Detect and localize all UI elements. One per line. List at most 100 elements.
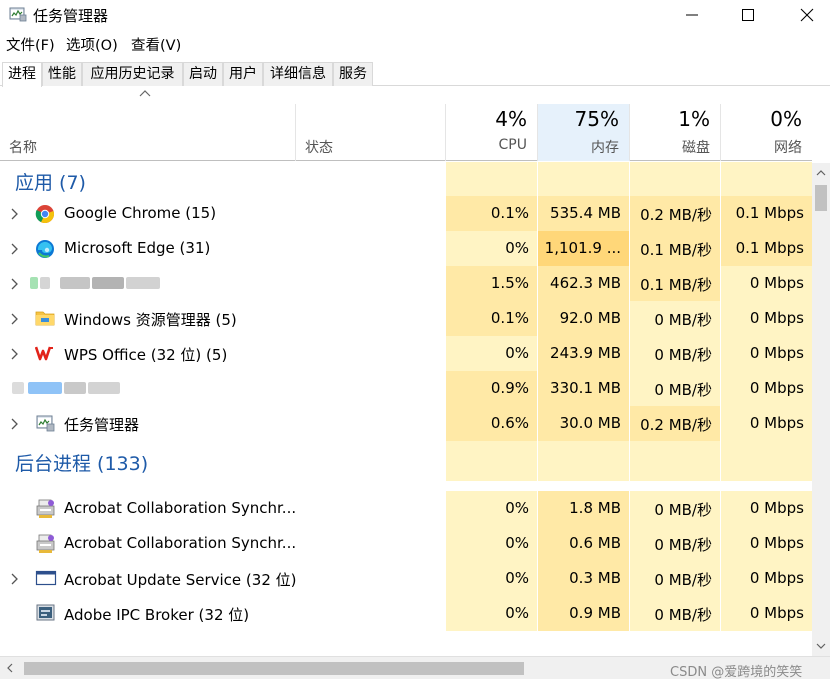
- process-name: WPS Office (32 位) (5): [64, 346, 228, 364]
- process-row[interactable]: 0% 1,101.9 ... 0.1 MB/秒 0.1 Mbps Microsoft E…: [0, 231, 812, 266]
- net-value: 0 Mbps: [749, 379, 804, 397]
- process-row[interactable]: 1.5% 462.3 MB 0.1 MB/秒 0 Mbps: [0, 266, 812, 301]
- cpu-value: 1.5%: [490, 274, 529, 292]
- process-table: 名称 状态 4% CPU 75% 内存 1% 磁盘 0% 网络 应用 (7) 0.…: [0, 87, 830, 657]
- net-value: 0 Mbps: [749, 499, 804, 517]
- vertical-scroll-thumb[interactable]: [815, 185, 827, 211]
- table-body: 应用 (7) 0.1% 535.4 MB 0.2 MB/秒 0.1 Mbps Google…: [0, 162, 812, 657]
- close-button[interactable]: [784, 0, 830, 30]
- disk-value: 0 MB/秒: [654, 606, 712, 624]
- mem-cell: 0.3 MB: [538, 561, 629, 596]
- cpu-value: 0.1%: [490, 204, 529, 222]
- acrobat-sync-icon: [35, 534, 57, 554]
- group-title-background: 后台进程 (133): [15, 453, 149, 475]
- network-column-label: 网络: [774, 140, 802, 156]
- disk-cell: 0 MB/秒: [630, 491, 720, 526]
- chevron-right-icon[interactable]: [10, 276, 20, 290]
- mem-cell: 0.9 MB: [538, 596, 629, 631]
- net-cell: 0 Mbps: [721, 406, 812, 441]
- redacted-block: [64, 382, 86, 394]
- scroll-up-icon[interactable]: [812, 166, 830, 180]
- cpu-cell: 0%: [446, 491, 537, 526]
- disk-value: 0 MB/秒: [654, 381, 712, 399]
- minimize-button[interactable]: [669, 0, 715, 30]
- process-name: Acrobat Collaboration Synchr...: [64, 499, 297, 517]
- horizontal-scrollbar[interactable]: CSDN @爱跨境的笑笑: [0, 656, 830, 679]
- net-cell: 0.1 Mbps: [721, 231, 812, 266]
- chevron-right-icon[interactable]: [10, 571, 20, 585]
- column-status[interactable]: 状态: [296, 104, 445, 161]
- mem-value: 462.3 MB: [550, 274, 621, 292]
- process-name: Acrobat Collaboration Synchr...: [64, 534, 297, 552]
- disk-value: 0 MB/秒: [654, 346, 712, 364]
- net-value: 0.1 Mbps: [735, 239, 804, 257]
- mem-cell: 462.3 MB: [538, 266, 629, 301]
- chevron-right-icon[interactable]: [10, 416, 20, 430]
- process-name: Windows 资源管理器 (5): [64, 311, 237, 329]
- scroll-left-icon[interactable]: [3, 659, 17, 677]
- chevron-right-icon[interactable]: [10, 206, 20, 220]
- cpu-value: 0%: [505, 534, 529, 552]
- mem-cell: 30.0 MB: [538, 406, 629, 441]
- process-row[interactable]: 0% 1.8 MB 0 MB/秒 0 Mbps Acrobat Collaboratio…: [0, 491, 812, 526]
- net-value: 0 Mbps: [749, 309, 804, 327]
- cpu-value: 0%: [505, 499, 529, 517]
- redacted-block: [88, 382, 120, 394]
- cpu-cell: 0.9%: [446, 371, 537, 406]
- process-row[interactable]: 0% 243.9 MB 0 MB/秒 0 Mbps WPS Office (32 位) …: [0, 336, 812, 371]
- tab-6[interactable]: 服务: [333, 62, 373, 86]
- chevron-right-icon[interactable]: [10, 241, 20, 255]
- column-disk[interactable]: 1% 磁盘: [630, 104, 720, 161]
- scroll-down-icon[interactable]: [812, 639, 830, 653]
- column-network[interactable]: 0% 网络: [721, 104, 812, 161]
- process-row[interactable]: 0.6% 30.0 MB 0.2 MB/秒 0 Mbps 任务管理器: [0, 406, 812, 441]
- mem-cell: 535.4 MB: [538, 196, 629, 231]
- menu-item-1[interactable]: 选项(O): [66, 34, 118, 55]
- process-row[interactable]: 0.1% 92.0 MB 0 MB/秒 0 Mbps Windows 资源管理器 (5): [0, 301, 812, 336]
- process-row[interactable]: 0% 0.6 MB 0 MB/秒 0 Mbps Acrobat Collaboratio…: [0, 526, 812, 561]
- mem-value: 243.9 MB: [550, 344, 621, 362]
- process-row[interactable]: 0.1% 535.4 MB 0.2 MB/秒 0.1 Mbps Google Chrom…: [0, 196, 812, 231]
- process-row[interactable]: 0.9% 330.1 MB 0 MB/秒 0 Mbps: [0, 371, 812, 406]
- net-value: 0 Mbps: [749, 604, 804, 622]
- net-cell: 0 Mbps: [721, 301, 812, 336]
- tab-5[interactable]: 详细信息: [263, 62, 333, 86]
- process-name: Google Chrome (15): [64, 204, 217, 222]
- cpu-value: 0.9%: [490, 379, 529, 397]
- mem-cell: 92.0 MB: [538, 301, 629, 336]
- chevron-right-icon[interactable]: [10, 346, 20, 360]
- vertical-scrollbar[interactable]: [812, 163, 830, 656]
- menu-item-2[interactable]: 查看(V): [131, 34, 181, 55]
- process-name: Adobe IPC Broker (32 位): [64, 606, 250, 624]
- net-value: 0.1 Mbps: [735, 204, 804, 222]
- horizontal-scroll-thumb[interactable]: [24, 662, 524, 675]
- disk-value: 0.1 MB/秒: [640, 276, 712, 294]
- cpu-column-label: CPU: [498, 137, 527, 153]
- disk-cell: 0.2 MB/秒: [630, 196, 720, 231]
- tab-3[interactable]: 启动: [183, 62, 223, 86]
- menu-item-0[interactable]: 文件(F): [6, 34, 55, 55]
- disk-value: 0 MB/秒: [654, 536, 712, 554]
- cpu-total-percent: 4%: [495, 107, 527, 131]
- disk-cell: 0 MB/秒: [630, 596, 720, 631]
- tab-0[interactable]: 进程: [2, 62, 42, 87]
- disk-cell: 0 MB/秒: [630, 561, 720, 596]
- process-row[interactable]: 0% 0.3 MB 0 MB/秒 0 Mbps Acrobat Update Servi…: [0, 561, 812, 596]
- chevron-right-icon[interactable]: [10, 311, 20, 325]
- process-row[interactable]: 0% 0.9 MB 0 MB/秒 0 Mbps Adobe IPC Broker (32…: [0, 596, 812, 631]
- cpu-cell: 0.1%: [446, 196, 537, 231]
- tab-4[interactable]: 用户: [223, 62, 263, 86]
- mem-cell: 1,101.9 ...: [538, 231, 629, 266]
- minimize-icon: [686, 14, 698, 16]
- column-cpu[interactable]: 4% CPU: [446, 104, 537, 161]
- column-name[interactable]: 名称: [0, 104, 295, 161]
- tab-1[interactable]: 性能: [42, 62, 82, 86]
- tab-2[interactable]: 应用历史记录: [82, 62, 183, 86]
- disk-value: 0.2 MB/秒: [640, 206, 712, 224]
- column-status-label: 状态: [305, 140, 333, 156]
- column-memory[interactable]: 75% 内存: [538, 104, 629, 161]
- sort-ascending-icon[interactable]: [138, 87, 152, 101]
- disk-value: 0 MB/秒: [654, 571, 712, 589]
- acrobat-sync-icon: [35, 499, 57, 519]
- maximize-button[interactable]: [725, 0, 771, 30]
